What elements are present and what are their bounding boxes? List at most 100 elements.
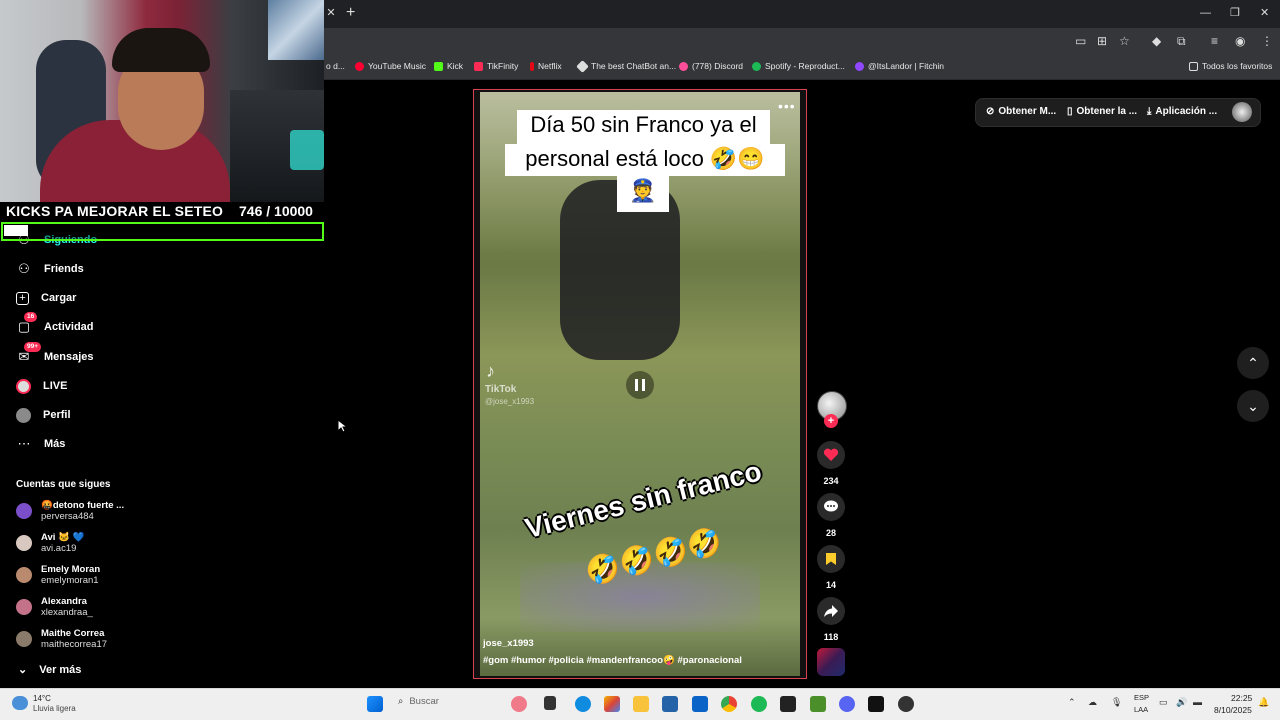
bookmark-item[interactable]: The best ChatBot an...: [576, 59, 676, 73]
bookmark-item[interactable]: Netflix: [530, 61, 562, 71]
bookmark-item[interactable]: (778) Discord: [679, 61, 743, 71]
video-caption-line: 👮: [617, 176, 669, 212]
user-avatar[interactable]: [1232, 102, 1252, 122]
bookmark-item[interactable]: TikFinity: [474, 61, 518, 71]
edge-icon[interactable]: [575, 696, 591, 712]
bookmark-item[interactable]: o d...: [326, 61, 345, 71]
obs-icon[interactable]: [780, 696, 796, 712]
chevron-down-icon: ⌄: [18, 664, 28, 676]
get-coins-button[interactable]: ⊘ Obtener M...: [986, 106, 1056, 117]
share-count: 118: [823, 632, 839, 642]
file-explorer-icon[interactable]: [633, 696, 649, 712]
cast-icon[interactable]: ▭: [1075, 34, 1086, 48]
store-icon[interactable]: [662, 696, 678, 712]
sidebar-item-profile[interactable]: Perfil: [16, 404, 71, 426]
upload-icon: +: [16, 291, 29, 305]
profile-icon[interactable]: ◉: [1235, 34, 1245, 48]
profile-icon: [16, 407, 31, 423]
new-tab-button[interactable]: +: [346, 4, 355, 22]
notifications-icon[interactable]: 🔔: [1258, 697, 1269, 708]
see-more-button[interactable]: ⌄ Ver más: [18, 663, 81, 677]
followed-account[interactable]: Avi 🐱 💙 avi.ac19: [16, 528, 84, 558]
taskbar-search[interactable]: ⌕ Buscar: [398, 696, 439, 707]
window-close-icon[interactable]: ✕: [1260, 6, 1269, 20]
more-options-icon[interactable]: •••: [778, 98, 796, 114]
followed-account[interactable]: Emely Moran emelymoran1: [16, 560, 100, 590]
folder-icon: [1189, 61, 1198, 71]
bookmark-item[interactable]: @ItsLandor | Fitchin: [855, 61, 944, 71]
previous-video-button[interactable]: ⌃: [1237, 347, 1269, 379]
minecraft-icon[interactable]: [810, 696, 826, 712]
volume-icon[interactable]: 🔊: [1176, 697, 1187, 708]
cloud-icon[interactable]: ☁: [1088, 697, 1097, 708]
comment-button[interactable]: [817, 493, 845, 521]
clock-date[interactable]: 8/10/2025: [1214, 705, 1252, 715]
coin-icon: ⊘: [986, 106, 995, 117]
media-icon[interactable]: ≡: [1211, 34, 1218, 48]
translate-icon[interactable]: ⊞: [1097, 34, 1107, 48]
chevron-down-icon: ⌄: [1247, 397, 1259, 414]
music-disc-icon[interactable]: [817, 648, 845, 676]
sidebar-item-messages[interactable]: ✉ 99+ Mensajes: [16, 342, 94, 368]
sidebar-item-more[interactable]: ⋯ Más: [16, 433, 66, 455]
maximize-icon[interactable]: ❐: [1230, 6, 1240, 20]
network-icon[interactable]: ▭: [1159, 697, 1168, 708]
bookmark-item[interactable]: YouTube Music: [355, 61, 426, 71]
desktop-app-button[interactable]: ⤓ Aplicación ...: [1147, 106, 1217, 117]
minimize-icon[interactable]: —: [1200, 6, 1211, 20]
watermark-handle: @jose_x1993: [485, 397, 535, 406]
clock-time[interactable]: 22:25: [1231, 693, 1252, 703]
stream-goal-label: KICKS PA MEJORAR EL SETEO: [6, 203, 224, 219]
app-icon[interactable]: [898, 696, 914, 712]
followed-account[interactable]: Alexandra xlexandraa_: [16, 592, 93, 622]
tiktok-icon[interactable]: [868, 696, 884, 712]
close-tab-icon[interactable]: ✕: [324, 6, 338, 20]
messages-badge: 99+: [24, 342, 42, 352]
sidebar-item-label: LIVE: [43, 380, 68, 392]
stream-goal-progress-bar: [1, 222, 324, 241]
bookmark-item[interactable]: Kick: [434, 61, 463, 71]
video-author[interactable]: jose_x1993: [483, 638, 534, 649]
netflix-icon: [530, 61, 534, 71]
sidebar-item-upload[interactable]: + Cargar: [16, 287, 76, 309]
sidebar-item-label: Cargar: [41, 292, 77, 304]
video-caption-line: personal está loco 🤣😁: [505, 144, 785, 176]
task-view-icon[interactable]: [544, 696, 556, 710]
bookmark-item[interactable]: Spotify - Reproduct...: [752, 61, 845, 71]
save-button[interactable]: [817, 545, 845, 573]
menu-icon[interactable]: ⋮: [1261, 34, 1273, 48]
spotify-icon[interactable]: [751, 696, 767, 712]
follow-plus-icon[interactable]: +: [824, 414, 838, 428]
battery-icon[interactable]: ▬: [1193, 697, 1202, 707]
sidebar-item-activity[interactable]: ▢ 16 Actividad: [16, 312, 94, 338]
all-bookmarks-folder[interactable]: Todos los favoritos: [1189, 61, 1272, 71]
windows-start-icon[interactable]: [367, 696, 383, 712]
sidebar-item-live[interactable]: LIVE: [16, 375, 67, 397]
sidebar-item-friends[interactable]: ⚇ Friends: [16, 258, 84, 280]
photos-icon[interactable]: [604, 696, 620, 712]
copilot-icon[interactable]: [511, 696, 527, 712]
pause-button[interactable]: [626, 371, 654, 399]
outlook-icon[interactable]: [692, 696, 708, 712]
like-button[interactable]: [817, 441, 845, 469]
extension-diamond-icon[interactable]: ◆: [1152, 34, 1161, 48]
like-count: 234: [823, 476, 839, 486]
chrome-icon[interactable]: [721, 696, 737, 712]
extensions-icon[interactable]: ⧉: [1177, 34, 1186, 48]
tray-chevron-up-icon[interactable]: ⌃: [1068, 697, 1076, 708]
keyboard-layout-indicator[interactable]: LAA: [1134, 705, 1148, 714]
share-button[interactable]: [817, 597, 845, 625]
bookmark-star-icon[interactable]: ☆: [1119, 34, 1130, 48]
video-hashtags[interactable]: #gom #humor #policia #mandenfrancoo🤪 #pa…: [483, 655, 742, 666]
followed-account[interactable]: 🤬detono fuerte ... perversa484: [16, 496, 124, 526]
language-indicator[interactable]: ESP: [1134, 693, 1149, 702]
live-icon: [16, 378, 31, 394]
next-video-button[interactable]: ⌄: [1237, 390, 1269, 422]
microphone-icon[interactable]: 🎙: [1111, 697, 1122, 708]
get-app-button[interactable]: ▯ Obtener la ...: [1067, 106, 1137, 117]
following-accounts-heading: Cuentas que sigues: [16, 479, 111, 490]
activity-badge: 16: [24, 312, 38, 322]
weather-cloud-icon[interactable]: [12, 696, 28, 710]
followed-account[interactable]: Maithe Correa maithecorrea17: [16, 624, 107, 654]
discord-icon[interactable]: [839, 696, 855, 712]
